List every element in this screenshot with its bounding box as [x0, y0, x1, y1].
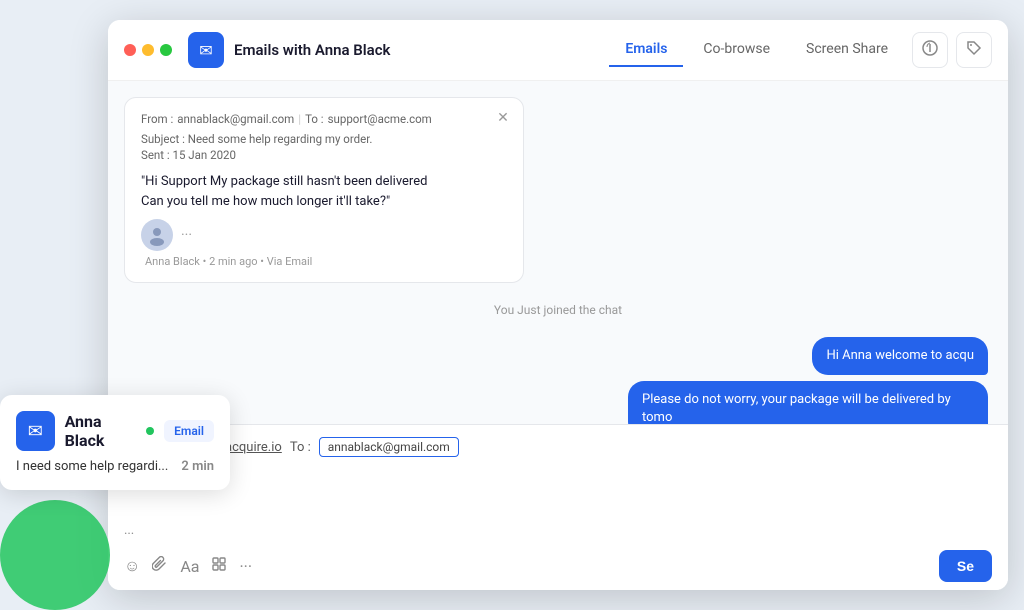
online-indicator: [146, 427, 154, 435]
chat-area: ✕ From : annablack@gmail.com | To : supp…: [108, 81, 1008, 590]
email-meta: From : annablack@gmail.com | To : suppor…: [141, 112, 507, 126]
floating-card-header: ✉ Anna Black Email: [16, 411, 214, 451]
app-title: Emails with Anna Black: [234, 41, 609, 59]
app-icon: ✉: [188, 32, 224, 68]
agent-bubble-2: Please do not worry, your package will b…: [628, 381, 988, 424]
maximize-button[interactable]: [160, 44, 172, 56]
floating-preview-text: I need some help regardi...: [16, 459, 168, 474]
titlebar: ✉ Emails with Anna Black Emails Co-brows…: [108, 20, 1008, 81]
tag-icon: [966, 40, 982, 60]
add-user-button[interactable]: [912, 32, 948, 68]
compose-toolbar-dots: ···: [124, 527, 992, 542]
floating-avatar: ✉: [16, 411, 55, 451]
compose-to-email: annablack@gmail.com: [319, 437, 459, 457]
system-message: You Just joined the chat: [124, 295, 992, 325]
agent-bubble-1: Hi Anna welcome to acqu: [812, 337, 988, 375]
compose-toolbar: ☺ Aa ···: [124, 550, 992, 582]
compose-area: From : support@acquire.io To : annablack…: [108, 424, 1008, 590]
grid-button[interactable]: [211, 556, 227, 576]
compose-body[interactable]: @: [124, 467, 992, 527]
tab-cobrowse[interactable]: Co-browse: [687, 33, 786, 67]
avatar: [141, 219, 173, 251]
to-email: support@acme.com: [328, 112, 432, 126]
font-button[interactable]: Aa: [180, 557, 199, 576]
main-window: ✉ Emails with Anna Black Emails Co-brows…: [108, 20, 1008, 590]
tab-screenshare[interactable]: Screen Share: [790, 33, 904, 67]
tag-button[interactable]: [956, 32, 992, 68]
compose-to-label: To :: [290, 440, 311, 455]
send-button[interactable]: Se: [939, 550, 992, 582]
attach-button[interactable]: [152, 556, 168, 576]
email-card: ✕ From : annablack@gmail.com | To : supp…: [124, 97, 524, 283]
from-label: From :: [141, 112, 173, 126]
agent-bubble-row: ··· Please do not worry, your package wi…: [609, 381, 988, 424]
tab-emails[interactable]: Emails: [609, 33, 683, 67]
from-email: annablack@gmail.com: [177, 112, 294, 126]
email-subject: Subject : Need some help regarding my or…: [141, 132, 507, 146]
floating-preview-row: I need some help regardi... 2 min: [16, 459, 214, 474]
message-options-button[interactable]: ···: [181, 227, 192, 243]
main-content: ✕ From : annablack@gmail.com | To : supp…: [108, 81, 1008, 590]
floating-name: Anna Black: [65, 412, 155, 450]
email-close-button[interactable]: ✕: [493, 108, 513, 128]
compose-at-symbol: @: [124, 471, 992, 486]
floating-channel-badge: Email: [164, 420, 214, 442]
sender-row: ···: [141, 219, 507, 251]
email-sent: Sent : 15 Jan 2020: [141, 148, 507, 162]
add-user-icon: [922, 40, 938, 60]
floating-contact-card: ✉ Anna Black Email I need some help rega…: [0, 395, 230, 490]
minimize-button[interactable]: [142, 44, 154, 56]
to-label: To :: [305, 112, 324, 126]
compose-header: From : support@acquire.io To : annablack…: [124, 437, 992, 457]
email-body: "Hi Support My package still hasn't been…: [141, 172, 507, 211]
messages-container: ✕ From : annablack@gmail.com | To : supp…: [108, 81, 1008, 424]
decoration-blob: [0, 500, 110, 610]
traffic-lights: [124, 44, 172, 56]
nav-tabs: Emails Co-browse Screen Share: [609, 32, 992, 68]
more-options-button[interactable]: ···: [239, 557, 252, 576]
agent-messages: Hi Anna welcome to acqu ··· Please do no…: [124, 337, 992, 424]
floating-name-row: Anna Black: [65, 412, 155, 450]
floating-time: 2 min: [181, 459, 214, 474]
sender-info: Anna Black • 2 min ago • Via Email: [141, 255, 507, 268]
close-button[interactable]: [124, 44, 136, 56]
emoji-button[interactable]: ☺: [124, 556, 140, 576]
